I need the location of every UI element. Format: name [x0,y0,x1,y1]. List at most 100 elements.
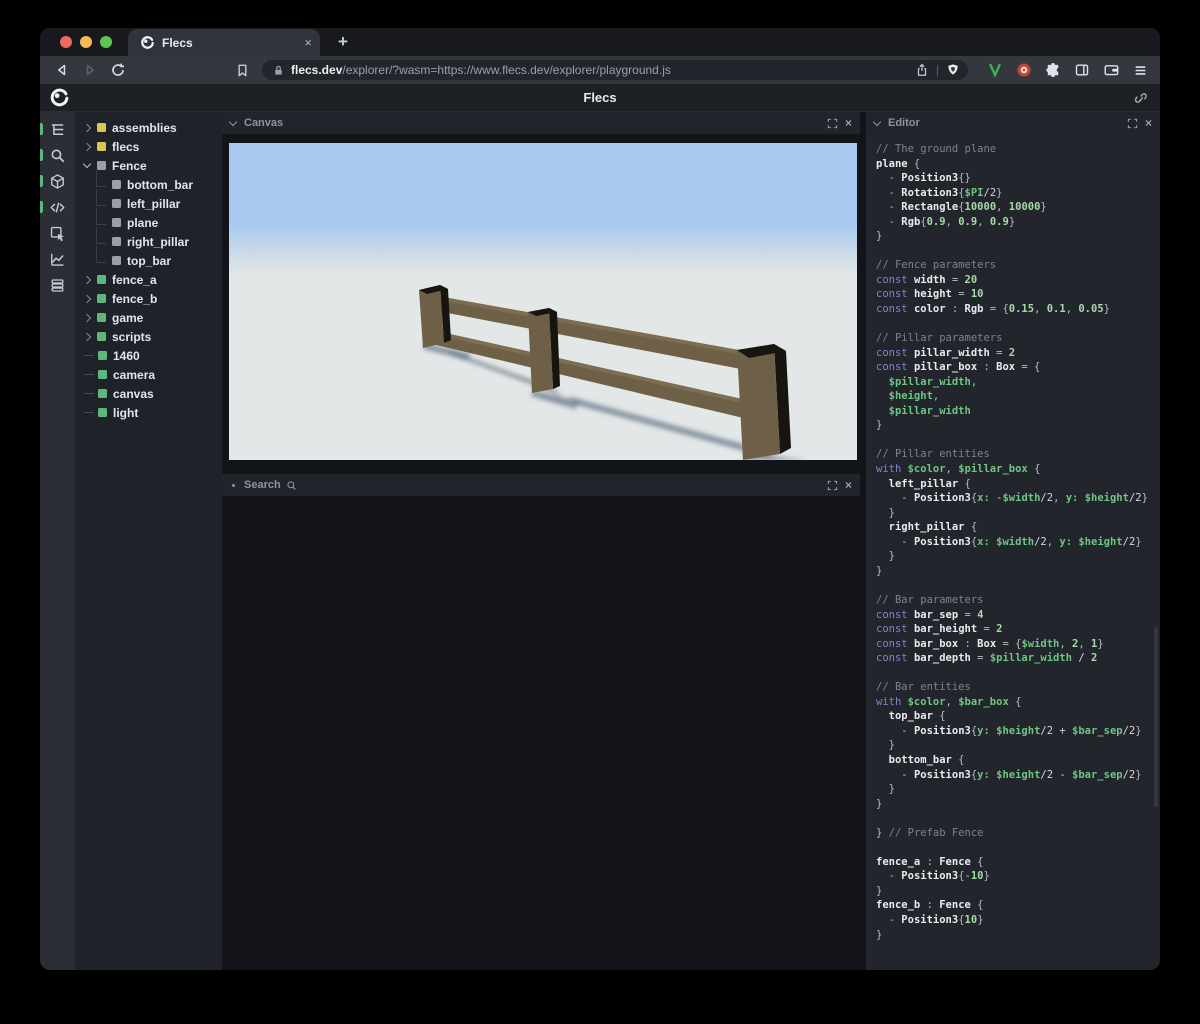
code-line: with $color, $bar_box { [876,695,1022,708]
code-line: const color : Rgb = {0.15, 0.1, 0.05} [876,303,1110,316]
inspector-icon[interactable] [40,220,75,246]
code-line: } [876,506,895,519]
chevron-down-icon[interactable] [82,159,92,169]
tree-item-label: Fence [112,158,147,173]
entity-square-icon [97,123,106,132]
page-title: Flecs [583,90,617,105]
scrollbar[interactable] [1154,626,1158,807]
code-line: $pillar_width, [876,375,978,388]
tree-item-label: game [112,310,144,325]
close-window-button[interactable] [60,36,72,48]
code-line: fence_a : Fence { [876,855,984,868]
zoom-window-button[interactable] [100,36,112,48]
red-circle-extension-icon[interactable] [1016,62,1032,78]
content-area: assemblies flecs Fence bottom_bar left_pilla… [40,112,1160,970]
chevron-right-icon[interactable] [82,275,92,284]
search-panel-header: Search × [222,474,860,496]
code-line: // The ground plane [876,143,997,155]
tree-item-label: flecs [112,139,140,154]
code-line: plane { [876,157,921,170]
brave-shield-icon[interactable] [946,63,960,77]
chevron-right-icon[interactable] [82,294,92,303]
share-icon[interactable] [915,63,929,77]
back-button[interactable] [52,60,72,80]
code-line: const pillar_box : Box = { [876,361,1041,374]
menu-icon[interactable] [1133,63,1148,78]
permalink-icon[interactable] [1133,90,1148,105]
code-line: left_pillar { [876,477,971,490]
close-icon[interactable]: × [845,117,852,129]
entity-square-icon [112,180,121,189]
code-editor[interactable]: // The ground plane plane { - Position3{}… [866,134,1160,970]
tab-close-icon[interactable]: × [304,36,312,49]
tree-item-label: scripts [112,329,152,344]
wallet-icon[interactable] [1103,62,1120,78]
code-line: const width = 20 [876,273,978,286]
browser-tab[interactable]: Flecs × [128,29,320,56]
browser-toolbar: flecs.dev/explorer/?wasm=https://www.fle… [40,56,1160,84]
code-line: // Pillar parameters [876,332,1003,345]
search-icon[interactable] [40,142,75,168]
tree-item-label: left_pillar [127,196,181,211]
new-tab-button[interactable]: + [338,32,348,52]
fullscreen-icon[interactable] [1127,118,1138,129]
entity-square-icon [98,408,107,417]
tree-item-label: plane [127,215,159,230]
fullscreen-icon[interactable] [827,118,838,129]
stack-icon[interactable] [40,272,75,298]
chevron-down-icon[interactable] [228,117,238,127]
panel-dot-icon[interactable] [232,483,235,487]
canvas-3d-scene[interactable] [229,143,857,460]
tree-item-assemblies[interactable]: assemblies [75,118,222,137]
search-glyph-icon [287,480,296,490]
code-line: const pillar_width = 2 [876,346,1016,359]
chart-icon[interactable] [40,246,75,272]
code-line: - Rgb{0.9, 0.9, 0.9} [876,215,1016,228]
code-line: - Position3{y: $height/2 + $bar_sep/2} [876,724,1142,737]
entity-tree: assemblies flecs Fence bottom_bar left_pilla… [75,112,222,970]
code-icon[interactable] [40,194,75,220]
chevron-down-icon[interactable] [872,117,882,127]
canvas-panel-title: Canvas [244,117,284,129]
leaf-dash [84,412,94,413]
cube-icon[interactable] [40,168,75,194]
tree-item-game[interactable]: game [75,308,222,327]
fullscreen-icon[interactable] [827,480,838,491]
tree-item-canvas[interactable]: canvas [75,384,222,403]
reload-button[interactable] [108,60,128,80]
sidebar-toggle-icon[interactable] [1074,62,1090,78]
tree-item-camera[interactable]: camera [75,365,222,384]
code-line: right_pillar { [876,521,978,534]
tree-item-top_bar[interactable]: top_bar [75,246,222,270]
tree-item-fence_b[interactable]: fence_b [75,289,222,308]
tree-item-label: light [113,405,139,420]
chevron-right-icon[interactable] [82,123,92,132]
url-bar[interactable]: flecs.dev/explorer/?wasm=https://www.fle… [262,60,968,80]
tree-branch-line [96,246,106,263]
tree-icon[interactable] [40,116,75,142]
close-icon[interactable]: × [1145,117,1152,129]
bookmark-icon[interactable] [232,60,252,80]
code-line: - Position3{10} [876,913,984,926]
entity-square-icon [98,370,107,379]
extensions-puzzle-icon[interactable] [1045,62,1061,78]
chevron-right-icon[interactable] [82,313,92,322]
chevron-right-icon[interactable] [82,142,92,151]
tree-item-light[interactable]: light [75,403,222,422]
chevron-right-icon[interactable] [82,332,92,341]
tree-item-1460[interactable]: 1460 [75,346,222,365]
code-line: } [876,419,883,432]
code-line: - Position3{} [876,172,971,185]
minimize-window-button[interactable] [80,36,92,48]
close-icon[interactable]: × [845,479,852,491]
tree-item-fence_a[interactable]: fence_a [75,270,222,289]
tree-item-flecs[interactable]: flecs [75,137,222,156]
code-line: - Position3{-10} [876,870,990,883]
forward-button[interactable] [80,60,100,80]
tree-item-scripts[interactable]: scripts [75,327,222,346]
v-extension-icon[interactable] [987,62,1003,78]
code-line: const bar_box : Box = {$width, 2, 1} [876,637,1104,650]
